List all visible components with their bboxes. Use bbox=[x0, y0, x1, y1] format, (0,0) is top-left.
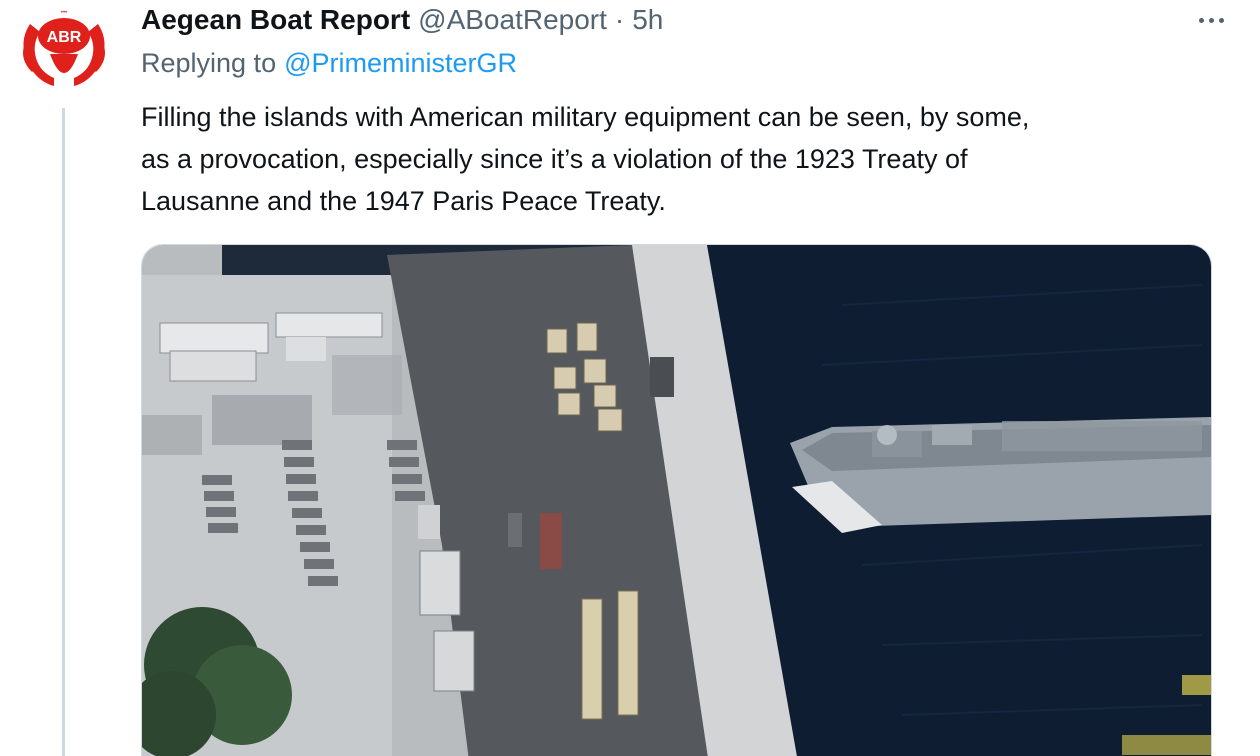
display-name[interactable]: Aegean Boat Report bbox=[141, 4, 410, 36]
tweet-text-line: as a provocation, especially since it’s … bbox=[141, 144, 968, 174]
mention-link[interactable]: @PrimeministerGR bbox=[284, 48, 517, 78]
user-handle[interactable]: @ABoatReport bbox=[418, 4, 607, 36]
thread-line bbox=[62, 108, 65, 756]
tweet-time[interactable]: 5h bbox=[632, 4, 663, 36]
separator-dot: · bbox=[614, 4, 625, 35]
tweet-text: Filling the islands with American milita… bbox=[141, 96, 1221, 222]
avatar-text: ABR bbox=[47, 29, 82, 46]
replying-label: Replying to bbox=[141, 48, 277, 78]
tweet-header: Aegean Boat Report @ABoatReport · 5h bbox=[141, 2, 663, 38]
replying-to: Replying to @PrimeministerGR bbox=[141, 48, 517, 79]
avatar[interactable]: ABR ••• bbox=[10, 2, 118, 94]
tweet-media-image[interactable] bbox=[141, 244, 1212, 756]
svg-text:•••: ••• bbox=[61, 10, 67, 16]
abr-logo-icon: ABR ••• bbox=[20, 4, 108, 92]
more-horizontal-icon[interactable] bbox=[1188, 6, 1234, 34]
tweet: ABR ••• Aegean Boat Report @ABoatReport … bbox=[0, 0, 1260, 756]
tweet-text-line: Filling the islands with American milita… bbox=[141, 102, 1030, 132]
tweet-text-line: Lausanne and the 1947 Paris Peace Treaty… bbox=[141, 186, 666, 216]
satellite-harbor-image bbox=[142, 245, 1211, 756]
